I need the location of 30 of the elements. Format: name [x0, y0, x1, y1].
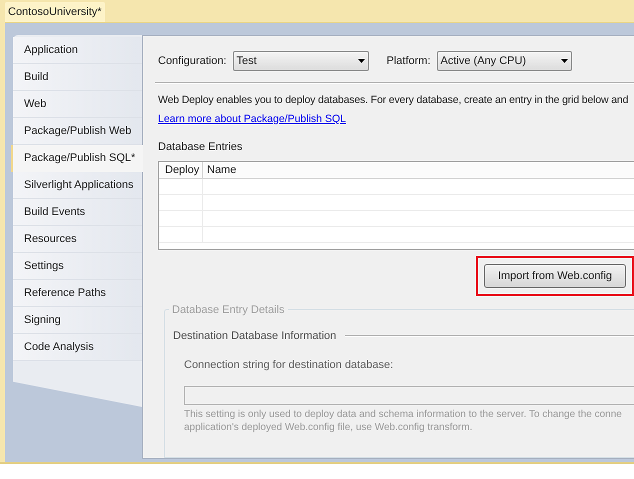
- field-label: Connection string for destination database:: [184, 358, 394, 372]
- configuration-dropdown[interactable]: Test: [232, 51, 368, 71]
- sidebar-tab[interactable]: Settings: [13, 253, 142, 280]
- sidebar-tab[interactable]: Build: [13, 64, 142, 91]
- section-title: Destination Database Information: [173, 329, 336, 344]
- database-entries-grid[interactable]: Deploy Name: [158, 161, 634, 250]
- import-button[interactable]: Import from Web.config: [484, 264, 626, 288]
- group-title: Database Entry Details: [169, 302, 288, 318]
- configuration-label: Configuration:: [158, 54, 226, 69]
- sidebar-tab[interactable]: Package/Publish Web: [13, 118, 142, 145]
- column-header[interactable]: Deploy: [159, 162, 203, 178]
- hint-text: This setting is only used to deploy data and schema information to the server. To change the conne application's deployed Web.config file, use Web.config transform.: [184, 408, 623, 434]
- platform-dropdown[interactable]: Active (Any CPU): [436, 51, 572, 71]
- dropdown-arrow-icon: [358, 59, 364, 63]
- description-text: Web Deploy enables you to deploy databases. For every database, create an entry in the grid below and: [158, 93, 630, 108]
- sidebar-tab[interactable]: Silverlight Applications: [13, 172, 142, 199]
- sidebar-tab[interactable]: Build Events: [13, 199, 142, 226]
- section-title: Database Entries: [158, 140, 244, 154]
- sidebar-tab[interactable]: Resources: [13, 226, 142, 253]
- platform-label: Platform:: [386, 54, 431, 69]
- sidebar-tab[interactable]: Code Analysis: [13, 334, 142, 361]
- learn-more-link[interactable]: Learn more about Package/Publish SQL: [158, 112, 346, 128]
- dropdown-arrow-icon: [560, 59, 568, 63]
- column-header[interactable]: Name: [203, 162, 236, 178]
- sidebar-tab[interactable]: Package/Publish SQL*: [11, 145, 143, 172]
- sidebar-tab[interactable]: Reference Paths: [13, 280, 142, 307]
- sidebar-tab[interactable]: Web: [13, 91, 142, 118]
- sidebar-tab[interactable]: Signing: [13, 307, 142, 334]
- sidebar-tab[interactable]: Application: [13, 37, 142, 64]
- document-tab[interactable]: ContosoUniversity*: [5, 2, 105, 22]
